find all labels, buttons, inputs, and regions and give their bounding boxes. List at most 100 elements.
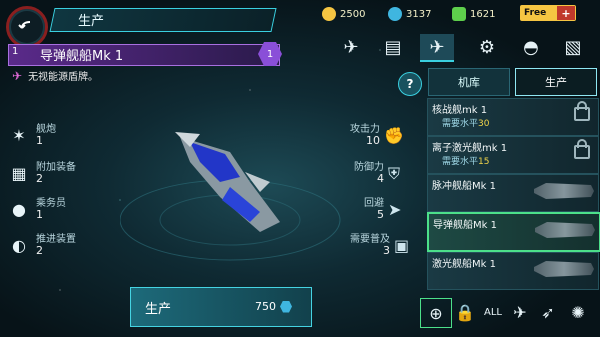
stat-cargo-value: 3 — [383, 244, 390, 257]
category-missile-ship[interactable]: ✈ — [420, 34, 454, 62]
ship-level-value: 1 — [266, 48, 274, 60]
stat-attack-value: 10 — [366, 134, 380, 147]
stat-thruster: ◐ 推进装置 2 — [8, 234, 76, 257]
cargo-icon: ▣ — [394, 236, 410, 255]
filter-all-label: ALL — [484, 306, 502, 318]
requirement-value: 15 — [478, 157, 490, 167]
crystal-value: 3137 — [406, 8, 432, 20]
free-button[interactable]: Free + — [520, 5, 576, 21]
filter-missile-button[interactable]: ➶ — [536, 298, 560, 326]
ship-thumbnail — [534, 183, 594, 199]
thruster-icon: ◐ — [12, 236, 26, 255]
lock-icon: 🔒 — [455, 302, 475, 322]
evade-icon: ➤ — [388, 200, 402, 219]
list-item-requirement: 需要水平15 — [442, 154, 489, 167]
crystal-resource: 3137 — [388, 6, 431, 22]
list-item[interactable]: 脉冲舰船Mk 1 — [427, 174, 599, 212]
stat-defense-value: 4 — [377, 172, 384, 185]
list-item[interactable]: 核战舰mk 1 需要水平30 — [427, 98, 599, 136]
category-map[interactable]: ▤ — [376, 34, 410, 60]
requirement-value: 30 — [478, 119, 490, 129]
ship-thumbnail — [535, 222, 595, 238]
tab-production-label: 生产 — [545, 76, 567, 89]
missile-ship-category-icon: ✈ — [429, 36, 445, 58]
stat-equipment-value: 2 — [36, 172, 43, 185]
stat-crew-value: 1 — [36, 208, 43, 221]
stat-cannon: ✶ 舰炮 1 — [8, 124, 56, 147]
filter-burst-button[interactable]: ✺ — [566, 298, 590, 326]
defense-icon: ⛨ — [388, 163, 401, 183]
list-item-name: 激光舰船Mk 1 — [432, 259, 496, 270]
fighter-icon: ✈ — [513, 302, 527, 322]
ship-thumbnail — [534, 261, 594, 277]
lock-filter-button[interactable]: 🔒 — [454, 298, 476, 326]
stat-evade-value: 5 — [377, 208, 384, 221]
clipboard-category-icon: ▧ — [564, 36, 582, 58]
category-robot[interactable]: ⚙ — [470, 34, 504, 60]
plus-icon: + — [557, 6, 575, 20]
stat-evade: 回避 5 ➤ — [364, 198, 401, 221]
list-item-name: 离子激光舰mk 1 — [432, 143, 508, 154]
stat-attack: 攻击力 10 ✊ — [350, 124, 404, 147]
list-item[interactable]: 激光舰船Mk 1 — [427, 252, 599, 290]
ship-name: 导弹舰船Mk 1 — [40, 49, 124, 64]
map-category-icon: ▤ — [384, 36, 402, 58]
help-icon: ? — [406, 77, 414, 91]
list-item-name: 导弹舰船Mk 1 — [433, 220, 497, 231]
filter-all-button[interactable]: ALL — [480, 298, 506, 326]
list-item[interactable]: 离子激光舰mk 1 需要水平15 — [427, 136, 599, 174]
produce-cost-value: 750 — [255, 300, 276, 313]
help-button[interactable]: ? — [398, 72, 422, 96]
tab-production[interactable]: 生产 — [515, 68, 597, 96]
crew-icon: ● — [12, 200, 26, 219]
category-helmet[interactable]: ◓ — [514, 34, 548, 60]
category-fighter[interactable]: ✈ — [334, 34, 368, 60]
lock-icon — [574, 101, 590, 121]
produce-cost: 750 — [255, 300, 292, 313]
list-item-requirement: 需要水平30 — [442, 116, 489, 129]
requirement-label: 需要水平 — [442, 119, 479, 129]
fighter-category-icon: ✈ — [343, 36, 359, 58]
requirement-label: 需要水平 — [442, 157, 479, 167]
gold-coin-icon — [322, 7, 336, 21]
crystal-icon — [388, 7, 402, 21]
missile-icon: ➶ — [541, 302, 555, 322]
helmet-category-icon: ◓ — [523, 36, 539, 58]
tab-hangar[interactable]: 机库 — [428, 68, 510, 96]
stat-cannon-value: 1 — [36, 134, 43, 147]
ship-perk: ✈ 无视能源盾牌。 — [12, 68, 99, 84]
stat-equipment: ▦ 附加装备 2 — [8, 162, 76, 185]
tab-hangar-label: 机库 — [458, 76, 480, 89]
stat-cargo: 需要普及 3 ▣ — [350, 234, 409, 257]
perk-text: 无视能源盾牌。 — [28, 72, 99, 83]
ship-add-icon: ⊕ — [429, 303, 443, 323]
equipment-icon: ▦ — [11, 164, 27, 183]
crystal-icon — [280, 300, 292, 313]
stat-thruster-value: 2 — [36, 244, 43, 257]
page-title: 生产 — [78, 14, 105, 29]
ship-level-left: 1 — [12, 46, 19, 57]
add-ship-button[interactable]: ⊕ — [420, 298, 452, 328]
fuel-resource: 1621 — [452, 6, 495, 22]
cannon-icon: ✶ — [12, 126, 26, 145]
fuel-value: 1621 — [470, 8, 496, 20]
list-item-name: 核战舰mk 1 — [432, 105, 488, 116]
category-clipboard[interactable]: ▧ — [556, 34, 590, 60]
fuel-icon — [452, 7, 466, 21]
attack-icon: ✊ — [384, 126, 404, 145]
burst-icon: ✺ — [571, 302, 585, 322]
back-button[interactable] — [6, 6, 48, 48]
gold-value: 2500 — [340, 8, 366, 20]
lock-icon — [574, 139, 590, 159]
list-item-selected[interactable]: 导弹舰船Mk 1 — [427, 212, 600, 252]
list-item-name: 脉冲舰船Mk 1 — [432, 181, 496, 192]
stat-defense: 防御力 4 ⛨ — [354, 162, 400, 185]
robot-category-icon: ⚙ — [478, 36, 496, 58]
free-label: Free — [524, 8, 547, 18]
filter-fighter-button[interactable]: ✈ — [508, 298, 532, 326]
produce-label: 生产 — [145, 302, 172, 317]
stat-crew: ● 乘务员 1 — [8, 198, 66, 221]
back-arrow-icon — [18, 21, 31, 29]
gold-resource: 2500 — [322, 6, 365, 22]
perk-icon: ✈ — [12, 68, 23, 83]
